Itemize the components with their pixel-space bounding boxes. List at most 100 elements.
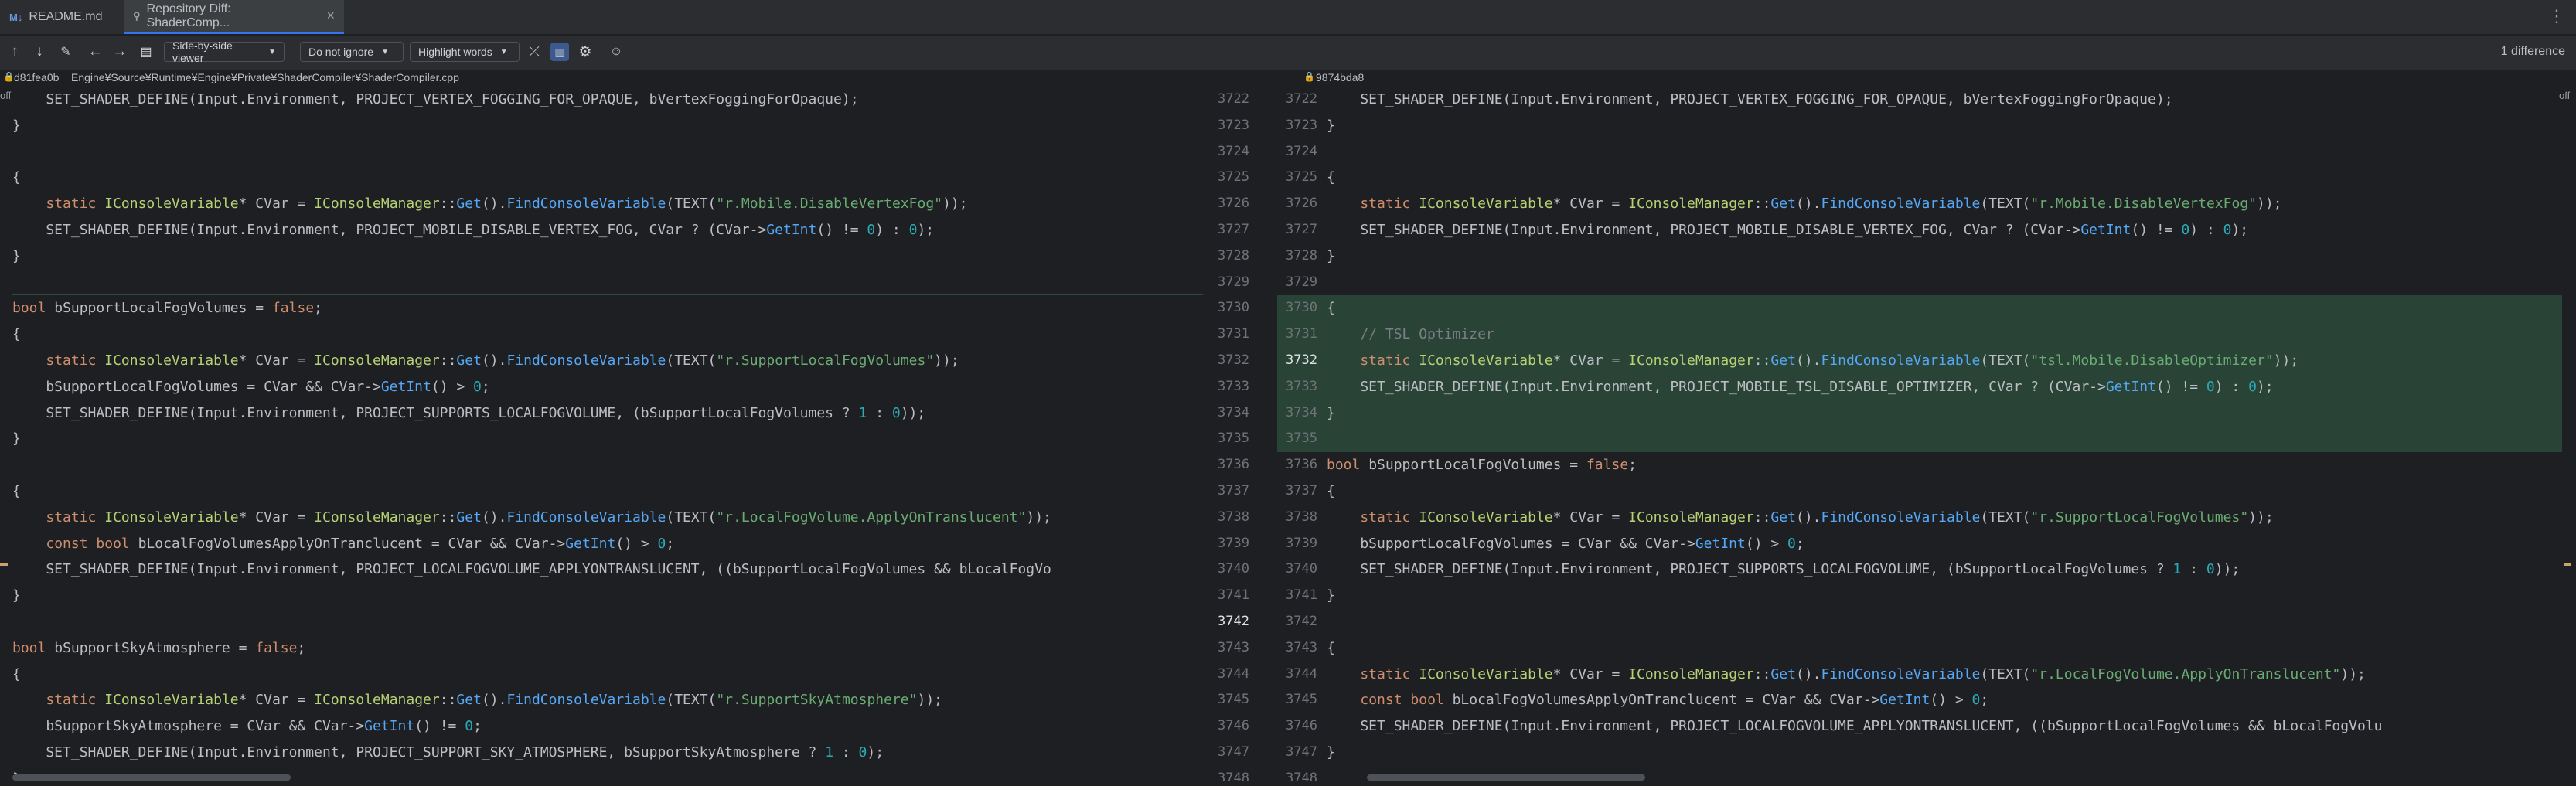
chevron-down-icon: ▼ (499, 47, 508, 56)
arrow-left-icon[interactable]: ← (87, 43, 104, 60)
ignore-mode-dropdown[interactable]: Do not ignore ▼ (300, 42, 404, 62)
left-line-number: 3732 (1218, 352, 1249, 368)
code-line: static IConsoleVariable* CVar = IConsole… (1360, 352, 2299, 369)
code-line: SET_SHADER_DEFINE(Input.Environment, PRO… (12, 222, 935, 238)
left-line-number: 3739 (1218, 535, 1249, 551)
left-line-number: 3736 (1218, 457, 1249, 473)
right-line-number: 3722 (1286, 91, 1317, 107)
diff-toolbar: ↑ ↓ ✎ ← → ▤ Side-by-side viewer ▼ Do not … (0, 36, 2576, 70)
code-line: } (1327, 404, 1335, 421)
code-line: const bool bLocalFogVolumesApplyOnTrancl… (46, 535, 675, 552)
right-line-number: 3723 (1286, 117, 1317, 133)
right-line-number: 3724 (1286, 143, 1317, 159)
more-icon[interactable]: ⋮ (2548, 6, 2565, 26)
left-line-number: 3742 (1218, 614, 1249, 629)
code-line: bSupportLocalFogVolumes = CVar && CVar->… (1327, 535, 1804, 552)
code-line: SET_SHADER_DEFINE(Input.Environment, PRO… (1327, 561, 2240, 578)
right-line-number: 3728 (1286, 247, 1317, 264)
left-line-number: 3741 (1218, 587, 1249, 604)
diff-icon: ⚲ (133, 9, 141, 22)
right-line-number: 3727 (1286, 222, 1317, 237)
right-line-number: 3748 (1286, 770, 1317, 781)
code-line: bSupportSkyAtmosphere = CVar && CVar->Ge… (12, 718, 482, 735)
chevron-down-icon: ▼ (268, 47, 276, 56)
change-marker[interactable] (0, 563, 8, 566)
right-line-number: 3740 (1286, 561, 1317, 577)
arrow-up-icon[interactable]: ↑ (6, 43, 23, 60)
code-line: static IConsoleVariable* CVar = IConsole… (1360, 196, 2282, 213)
left-line-number: 3744 (1218, 665, 1249, 682)
ignore-mode-value: Do not ignore (308, 46, 374, 58)
viewer-mode-dropdown[interactable]: Side-by-side viewer ▼ (164, 39, 285, 64)
code-line: bool bSupportLocalFogVolumes = false; (1327, 457, 1637, 474)
change-marker[interactable] (2564, 563, 2571, 566)
left-horizontal-scrollbar[interactable] (12, 774, 291, 781)
left-line-number: 3735 (1218, 430, 1249, 447)
arrow-down-icon[interactable]: ↓ (31, 43, 48, 60)
right-line-number: 3734 (1286, 404, 1317, 420)
side-by-side-icon[interactable]: ▥ (550, 43, 569, 61)
help-icon[interactable]: ☺ (608, 43, 625, 60)
tab-repository-diff[interactable]: ⚲ Repository Diff: ShaderComp... × (124, 0, 344, 34)
right-line-number: 3739 (1286, 535, 1317, 551)
right-line-number: 3747 (1286, 744, 1317, 760)
tab-readme[interactable]: M↓ README.md (0, 0, 124, 34)
right-line-number: 3743 (1286, 639, 1317, 655)
left-line-number: 3729 (1218, 274, 1249, 290)
right-line-number: 3738 (1286, 509, 1317, 525)
left-line-number: 3727 (1218, 222, 1249, 237)
right-horizontal-scrollbar[interactable] (1367, 774, 1645, 781)
code-line: static IConsoleVariable* CVar = IConsole… (46, 692, 942, 709)
code-line: } (12, 117, 21, 134)
editor-tab-bar: M↓ README.md ⚲ Repository Diff: ShaderCo… (0, 0, 2576, 35)
pencil-icon[interactable]: ✎ (57, 43, 74, 60)
left-line-number: 3725 (1218, 169, 1249, 185)
code-line: // TSL Optimizer (1327, 326, 1494, 343)
left-line-number: 3747 (1218, 744, 1249, 760)
highlight-mode-dropdown[interactable]: Highlight words ▼ (410, 42, 520, 62)
right-line-number: 3744 (1286, 665, 1317, 682)
left-line-number: 3726 (1218, 196, 1249, 212)
left-line-number: 3743 (1218, 639, 1249, 655)
revision-header: 🔒 d81fea0b Engine¥Source¥Runtime¥Engine¥… (0, 70, 2576, 87)
code-line: SET_SHADER_DEFINE(Input.Environment, PRO… (12, 404, 926, 421)
right-code-pane[interactable]: SET_SHADER_DEFINE(Input.Environment, PRO… (1327, 87, 2562, 781)
right-line-number: 3725 (1286, 169, 1317, 185)
right-line-number: 3731 (1286, 326, 1317, 342)
code-line: { (1327, 639, 1335, 656)
code-line: bool bSupportSkyAtmosphere = false; (12, 639, 306, 656)
file-icon[interactable]: ▤ (138, 43, 155, 60)
left-line-number: 3737 (1218, 483, 1249, 498)
right-line-number: 3732 (1286, 352, 1317, 368)
code-line: } (12, 430, 21, 447)
code-line: static IConsoleVariable* CVar = IConsole… (1360, 665, 2366, 682)
code-line: static IConsoleVariable* CVar = IConsole… (1360, 509, 2274, 526)
right-line-number: 3733 (1286, 378, 1317, 394)
settings-icon[interactable]: ⚙ (577, 43, 594, 60)
code-line: } (1327, 744, 1335, 760)
highlight-mode-value: Highlight words (418, 46, 492, 58)
right-line-number: 3737 (1286, 483, 1317, 498)
left-line-number: 3748 (1218, 770, 1249, 781)
markdown-icon: M↓ (9, 11, 23, 23)
right-line-number: 3742 (1286, 614, 1317, 629)
arrow-right-icon[interactable]: → (111, 43, 128, 60)
left-line-number: 3722 (1218, 91, 1249, 107)
collapse-icon[interactable]: ⤫ (526, 43, 543, 60)
tab-label: Repository Diff: ShaderComp... (146, 2, 231, 29)
left-code-pane[interactable]: SET_SHADER_DEFINE(Input.Environment, PRO… (12, 87, 1203, 781)
close-icon[interactable]: × (326, 8, 335, 24)
code-line: { (12, 326, 21, 343)
code-line: } (1327, 117, 1335, 134)
left-revision-hash: d81fea0b (14, 71, 60, 83)
left-line-number: 3730 (1218, 300, 1249, 316)
difference-count: 1 difference (2500, 45, 2565, 58)
lock-icon: 🔒 (3, 71, 15, 82)
